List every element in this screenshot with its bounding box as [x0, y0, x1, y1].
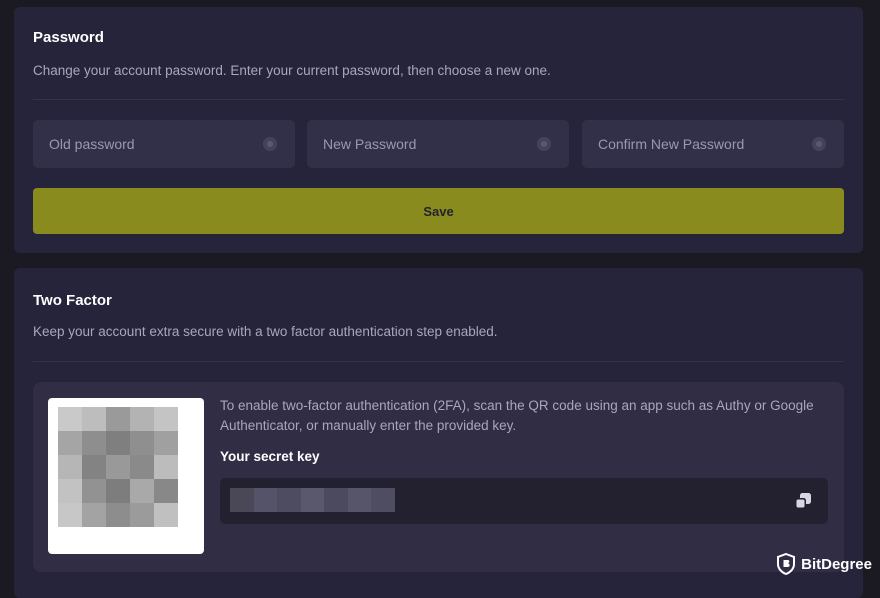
secret-key-blurred — [230, 488, 396, 512]
two-factor-title: Two Factor — [33, 292, 112, 309]
two-factor-card: Two Factor Keep your account extra secur… — [14, 268, 863, 598]
show-password-icon[interactable] — [263, 137, 277, 151]
password-description: Change your account password. Enter your… — [33, 63, 551, 78]
secret-key-field[interactable] — [220, 478, 828, 524]
two-factor-description: Keep your account extra secure with a tw… — [33, 324, 498, 339]
qr-code-blurred — [58, 407, 178, 527]
show-password-icon[interactable] — [537, 137, 551, 151]
confirm-password-field[interactable] — [582, 120, 844, 168]
bitdegree-watermark: BitDegree — [776, 553, 872, 575]
old-password-input[interactable] — [33, 120, 295, 168]
password-title: Password — [33, 29, 104, 46]
qr-code-container — [48, 398, 204, 554]
new-password-input[interactable] — [307, 120, 569, 168]
new-password-field[interactable] — [307, 120, 569, 168]
confirm-password-input[interactable] — [582, 120, 844, 168]
show-password-icon[interactable] — [812, 137, 826, 151]
password-divider — [33, 99, 844, 100]
watermark-brand: BitDegree — [801, 555, 872, 573]
copy-icon[interactable] — [794, 492, 812, 510]
bitdegree-shield-logo-icon — [777, 553, 796, 575]
secret-key-label: Your secret key — [220, 449, 320, 464]
two-factor-divider — [33, 361, 844, 362]
two-factor-instructions: To enable two-factor authentication (2FA… — [220, 398, 814, 433]
old-password-field[interactable] — [33, 120, 295, 168]
save-button[interactable]: Save — [33, 188, 844, 234]
two-factor-setup-panel: To enable two-factor authentication (2FA… — [33, 382, 844, 572]
password-card: Password Change your account password. E… — [14, 7, 863, 253]
